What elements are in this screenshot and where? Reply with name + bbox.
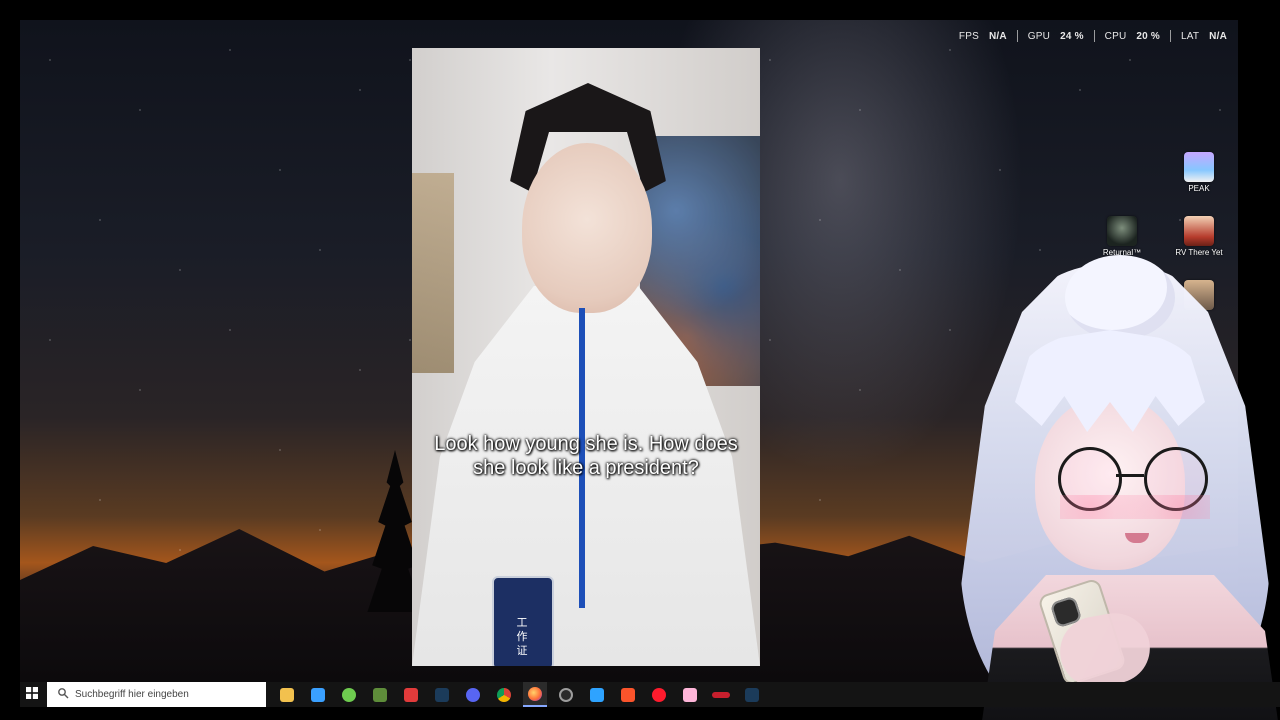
chrome-icon bbox=[497, 687, 511, 702]
taskbar-app-minecraft[interactable] bbox=[368, 682, 392, 707]
performance-overlay: FPS N/A GPU 24 % CPU 20 % LAT N/A bbox=[959, 30, 1227, 42]
fps-value: N/A bbox=[988, 30, 1007, 42]
taskbar-app-battle-net[interactable] bbox=[399, 682, 423, 707]
peak-game-icon bbox=[1184, 152, 1214, 182]
taskbar-app-obs[interactable] bbox=[554, 682, 578, 707]
battle-net-icon bbox=[404, 687, 418, 702]
gpu-label: GPU bbox=[1027, 30, 1051, 42]
video-player[interactable]: 工作证 Look how young she is. How does she … bbox=[412, 48, 760, 666]
taskbar-apps bbox=[275, 682, 764, 707]
rv-there-yet-game-icon bbox=[1184, 216, 1214, 246]
avatar-glasses-bridge bbox=[1116, 474, 1144, 477]
brave-icon bbox=[621, 687, 635, 702]
taskbar-app-discord[interactable] bbox=[461, 682, 485, 707]
taskbar-app-red-app[interactable] bbox=[709, 682, 733, 707]
blue-app-icon bbox=[590, 687, 604, 702]
id-badge-text: 工作证 bbox=[516, 617, 528, 657]
desktop-icon-rv-there-yet[interactable]: RV There Yet bbox=[1164, 216, 1234, 258]
desktop-icon-label: PEAK bbox=[1188, 184, 1210, 193]
taskbar-search[interactable]: Suchbegriff hier eingeben bbox=[47, 682, 266, 707]
firefox-icon bbox=[528, 686, 542, 701]
fps-label: FPS bbox=[958, 30, 979, 42]
taskbar-app-android[interactable] bbox=[337, 682, 361, 707]
desktop-icon-peak[interactable]: PEAK bbox=[1164, 152, 1234, 194]
video-wall-frame bbox=[412, 173, 454, 373]
taskbar-app-opera[interactable] bbox=[647, 682, 671, 707]
steam-icon bbox=[435, 687, 449, 702]
taskbar-app-microsoft-store[interactable] bbox=[306, 682, 330, 707]
taskbar: Suchbegriff hier eingeben bbox=[20, 682, 1280, 707]
video-subtitle: Look how young she is. How does she look… bbox=[434, 433, 738, 479]
cpu-label: CPU bbox=[1104, 30, 1127, 42]
returnal-game-icon bbox=[1107, 216, 1137, 246]
taskbar-app-chrome[interactable] bbox=[492, 682, 516, 707]
taskbar-app-steam-2[interactable] bbox=[740, 682, 764, 707]
file-explorer-icon bbox=[280, 687, 294, 702]
avatar-hair-bun bbox=[1065, 255, 1175, 340]
overlay-separator bbox=[1016, 30, 1018, 42]
microsoft-store-icon bbox=[311, 687, 325, 702]
minecraft-icon bbox=[373, 687, 387, 702]
discord-icon bbox=[466, 687, 480, 702]
obs-icon bbox=[559, 687, 573, 702]
vtuber-avatar bbox=[940, 255, 1280, 720]
start-button[interactable] bbox=[20, 682, 44, 707]
windows-logo-icon bbox=[26, 686, 38, 704]
overlay-separator bbox=[1093, 30, 1095, 42]
avatar-blush bbox=[1060, 495, 1210, 519]
overlay-separator bbox=[1169, 30, 1171, 42]
opera-icon bbox=[652, 687, 666, 702]
search-placeholder: Suchbegriff hier eingeben bbox=[75, 689, 189, 700]
lat-label: LAT bbox=[1180, 30, 1200, 42]
steam-icon bbox=[745, 687, 759, 702]
image-viewer-icon bbox=[683, 687, 697, 702]
video-person-face bbox=[522, 143, 652, 313]
red-app-icon bbox=[712, 691, 730, 698]
taskbar-app-firefox[interactable] bbox=[523, 682, 547, 707]
taskbar-app-file-explorer[interactable] bbox=[275, 682, 299, 707]
lat-value: N/A bbox=[1209, 30, 1227, 42]
search-icon bbox=[57, 687, 69, 702]
taskbar-app-brave[interactable] bbox=[616, 682, 640, 707]
gpu-value: 24 % bbox=[1060, 30, 1084, 42]
android-icon bbox=[342, 687, 356, 702]
taskbar-app-blue-app[interactable] bbox=[585, 682, 609, 707]
cpu-value: 20 % bbox=[1136, 30, 1160, 42]
taskbar-app-steam[interactable] bbox=[430, 682, 454, 707]
taskbar-app-image-viewer[interactable] bbox=[678, 682, 702, 707]
desktop-icon-returnal[interactable]: Returnal™ bbox=[1087, 216, 1157, 258]
